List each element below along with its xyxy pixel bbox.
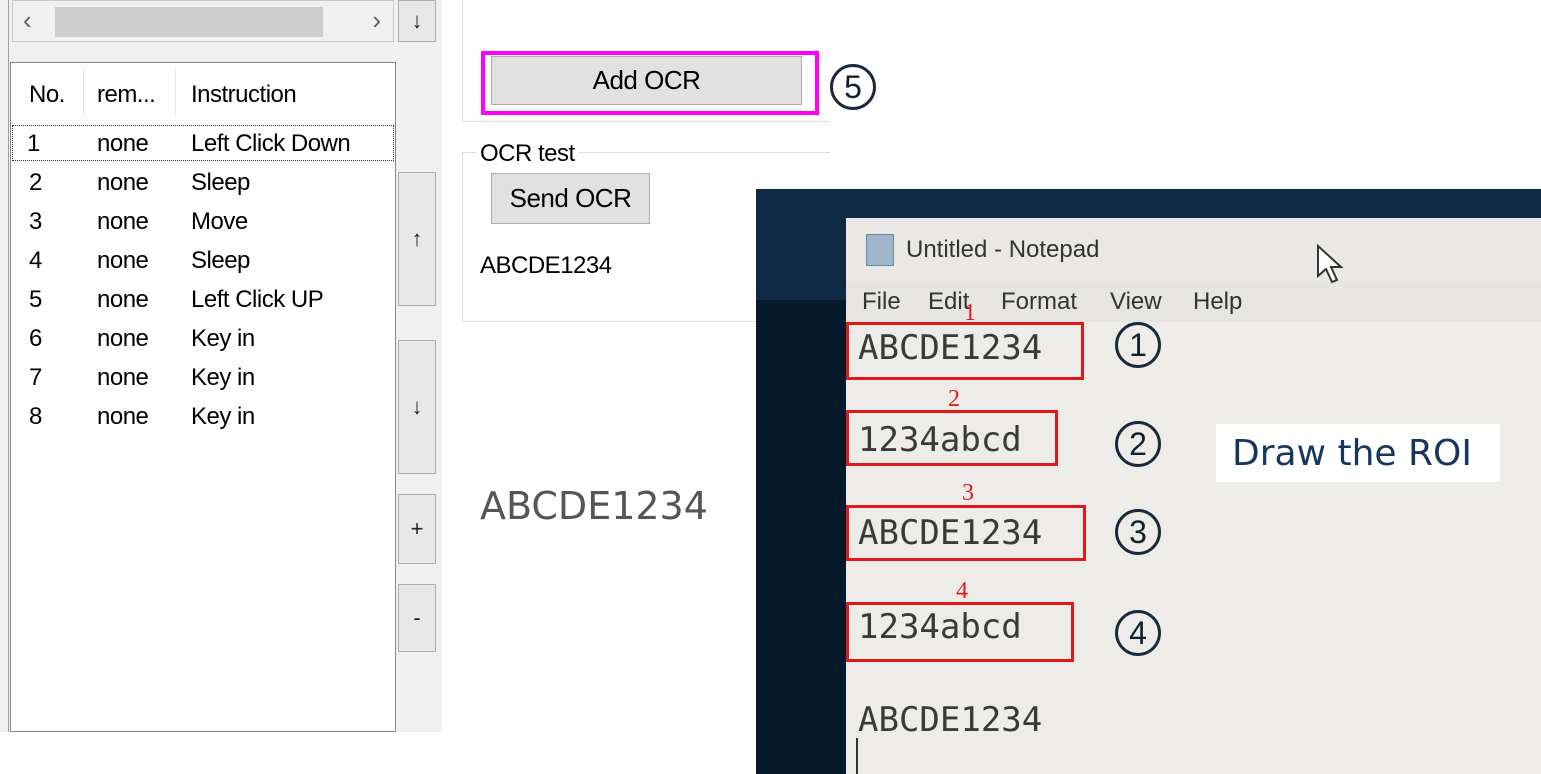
- ocr-result-text: ABCDE1234: [480, 252, 612, 279]
- menu-format[interactable]: Format: [1001, 288, 1077, 316]
- plus-icon: +: [410, 516, 424, 541]
- scroll-left-icon[interactable]: ‹: [23, 5, 32, 36]
- arrow-up-icon: ↑: [411, 226, 423, 251]
- list-item[interactable]: 2 none Sleep: [11, 163, 395, 201]
- move-down-button[interactable]: ↓: [398, 340, 436, 474]
- row-remark: none: [97, 286, 149, 313]
- move-up-button[interactable]: ↑: [398, 172, 436, 306]
- column-header-remark[interactable]: rem...: [97, 81, 156, 109]
- column-header-instruction[interactable]: Instruction: [191, 81, 297, 109]
- row-no: 8: [29, 403, 42, 430]
- roi-box-3[interactable]: [846, 505, 1086, 561]
- list-header: No. rem... Instruction: [11, 63, 395, 121]
- menu-help[interactable]: Help: [1193, 288, 1242, 316]
- row-remark: none: [97, 208, 149, 235]
- row-no: 7: [29, 364, 42, 391]
- row-instruction: Key in: [191, 325, 255, 352]
- left-panel-edge: [0, 0, 9, 732]
- arrow-down-icon: ↓: [411, 394, 423, 419]
- ocr-test-title: OCR test: [476, 140, 579, 168]
- notepad-title: Untitled - Notepad: [906, 236, 1100, 263]
- row-instruction: Key in: [191, 364, 255, 391]
- notepad-app-icon: [866, 234, 894, 266]
- row-no: 4: [29, 247, 42, 274]
- step-1-marker: 1: [1115, 322, 1161, 368]
- list-item[interactable]: 6 none Key in: [11, 319, 395, 357]
- row-no: 2: [29, 169, 42, 196]
- roi-box-4[interactable]: [846, 602, 1074, 662]
- minus-icon: -: [413, 605, 421, 630]
- row-no: 3: [29, 208, 42, 235]
- mouse-cursor-icon: [1317, 244, 1344, 284]
- send-ocr-button[interactable]: Send OCR: [491, 173, 650, 224]
- roi-label-2: 2: [948, 386, 960, 412]
- row-instruction: Sleep: [191, 247, 250, 274]
- row-instruction: Key in: [191, 403, 255, 430]
- scroll-thumb[interactable]: [55, 7, 323, 37]
- roi-label-1: 1: [964, 300, 976, 326]
- row-instruction: Sleep: [191, 169, 250, 196]
- scroll-right-icon[interactable]: ›: [372, 5, 381, 36]
- row-remark: none: [97, 403, 149, 430]
- row-no: 5: [29, 286, 42, 313]
- step-3-marker: 3: [1115, 509, 1161, 555]
- roi-label-3: 3: [962, 480, 974, 506]
- row-instruction: Left Click Down: [191, 130, 351, 157]
- step-5-marker: 5: [830, 64, 876, 110]
- list-item[interactable]: 5 none Left Click UP: [11, 280, 395, 318]
- list-item[interactable]: 4 none Sleep: [11, 241, 395, 279]
- list-item[interactable]: 1 none Left Click Down: [11, 124, 395, 162]
- text-caret: [856, 738, 858, 774]
- step-2-marker: 2: [1115, 421, 1161, 467]
- row-remark: none: [97, 325, 149, 352]
- horizontal-scrollbar[interactable]: ‹ ›: [12, 0, 394, 42]
- row-remark: none: [97, 247, 149, 274]
- add-ocr-button[interactable]: Add OCR: [491, 56, 802, 105]
- draw-roi-caption: Draw the ROI: [1216, 424, 1500, 482]
- roi-box-1[interactable]: [846, 322, 1084, 380]
- instruction-list[interactable]: No. rem... Instruction 1 none Left Click…: [10, 62, 396, 732]
- menu-view[interactable]: View: [1110, 288, 1162, 316]
- row-no: 6: [29, 325, 42, 352]
- row-instruction: Left Click UP: [191, 286, 324, 313]
- roi-box-2[interactable]: [846, 410, 1058, 466]
- column-header-no[interactable]: No.: [29, 81, 65, 109]
- remove-item-button[interactable]: -: [398, 584, 436, 652]
- arrow-down-icon: ↓: [411, 8, 423, 33]
- roi-label-4: 4: [956, 578, 968, 604]
- menu-file[interactable]: File: [862, 288, 901, 316]
- move-down-top-button[interactable]: ↓: [398, 0, 436, 42]
- notepad-line: ABCDE1234: [858, 700, 1043, 740]
- list-item[interactable]: 3 none Move: [11, 202, 395, 240]
- ocr-preview-text: ABCDE1234: [480, 484, 708, 528]
- row-no: 1: [27, 130, 40, 157]
- desktop-shadow: [756, 300, 856, 774]
- list-item[interactable]: 7 none Key in: [11, 358, 395, 396]
- add-item-button[interactable]: +: [398, 494, 436, 564]
- row-remark: none: [97, 169, 149, 196]
- group-border-line: [582, 152, 830, 153]
- row-remark: none: [97, 130, 149, 157]
- row-instruction: Move: [191, 208, 248, 235]
- list-item[interactable]: 8 none Key in: [11, 397, 395, 435]
- step-4-marker: 4: [1115, 610, 1161, 656]
- row-remark: none: [97, 364, 149, 391]
